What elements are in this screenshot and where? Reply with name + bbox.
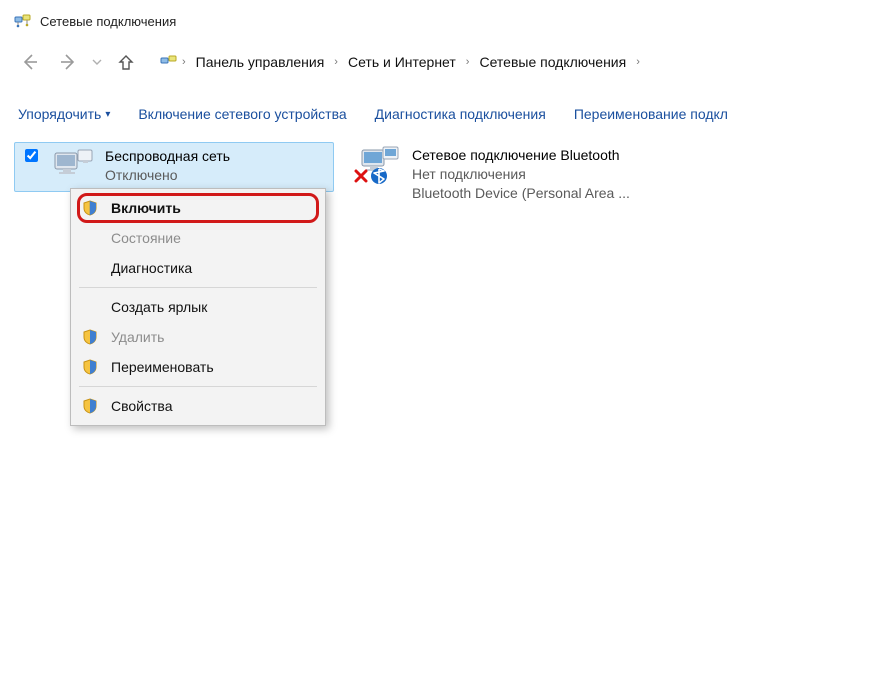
organize-menu[interactable]: Упорядочить ▾ xyxy=(18,106,110,122)
address-bar[interactable]: › Панель управления › Сеть и Интернет › … xyxy=(154,48,648,76)
adapter-text: Сетевое подключение Bluetooth Нет подклю… xyxy=(412,146,630,203)
history-dropdown[interactable] xyxy=(90,57,104,67)
enable-device-button[interactable]: Включение сетевого устройства xyxy=(138,106,346,122)
ctx-properties[interactable]: Свойства xyxy=(71,391,325,421)
shield-icon xyxy=(79,200,101,216)
ctx-diagnose[interactable]: Диагностика xyxy=(71,253,325,283)
ctx-rename-label: Переименовать xyxy=(111,359,214,375)
adapter-icon xyxy=(51,147,95,183)
chevron-right-icon: › xyxy=(180,56,188,68)
network-connections-window: Сетевые подключения › Панель управления … xyxy=(0,0,895,698)
chevron-right-icon: › xyxy=(332,56,340,68)
navigation-bar: › Панель управления › Сеть и Интернет › … xyxy=(0,38,895,94)
rename-label: Переименование подкл xyxy=(574,106,728,122)
breadcrumb-item-network-internet[interactable]: Сеть и Интернет xyxy=(342,52,462,72)
adapter-name: Сетевое подключение Bluetooth xyxy=(412,146,630,165)
window-title: Сетевые подключения xyxy=(40,14,176,29)
context-menu: Включить Состояние Диагностика Создать я… xyxy=(70,188,326,426)
shield-icon xyxy=(79,398,101,414)
chevron-right-icon: › xyxy=(634,56,642,68)
chevron-right-icon: › xyxy=(464,56,472,68)
bluetooth-status-icons xyxy=(354,167,388,188)
ctx-shortcut-label: Создать ярлык xyxy=(111,299,207,315)
ctx-enable[interactable]: Включить xyxy=(71,193,325,223)
ctx-rename[interactable]: Переименовать xyxy=(71,352,325,382)
ctx-diagnose-label: Диагностика xyxy=(111,260,192,276)
shield-icon xyxy=(79,329,101,345)
separator xyxy=(79,386,317,387)
diagnose-button[interactable]: Диагностика подключения xyxy=(375,106,546,122)
adapter-state: Отключено xyxy=(105,166,230,185)
adapter-device: Bluetooth Device (Personal Area ... xyxy=(412,184,630,203)
breadcrumb-item-network-connections[interactable]: Сетевые подключения xyxy=(473,52,632,72)
separator xyxy=(79,287,317,288)
up-button[interactable] xyxy=(110,46,142,78)
adapter-state: Нет подключения xyxy=(412,165,630,184)
ctx-create-shortcut[interactable]: Создать ярлык xyxy=(71,292,325,322)
adapter-text: Беспроводная сеть Отключено xyxy=(105,147,230,185)
forward-button[interactable] xyxy=(52,46,84,78)
control-panel-icon xyxy=(160,53,178,71)
adapter-checkbox[interactable] xyxy=(25,149,38,162)
command-bar: Упорядочить ▾ Включение сетевого устройс… xyxy=(0,94,895,134)
network-connections-icon xyxy=(14,12,32,30)
adapter-item-bluetooth[interactable]: Сетевое подключение Bluetooth Нет подклю… xyxy=(352,142,672,209)
chevron-down-icon: ▾ xyxy=(105,109,110,120)
ctx-delete: Удалить xyxy=(71,322,325,352)
organize-label: Упорядочить xyxy=(18,106,101,122)
adapter-name: Беспроводная сеть xyxy=(105,147,230,166)
ctx-properties-label: Свойства xyxy=(111,398,172,414)
ctx-status: Состояние xyxy=(71,223,325,253)
shield-icon xyxy=(79,359,101,375)
ctx-delete-label: Удалить xyxy=(111,329,164,345)
adapter-item-wireless[interactable]: Беспроводная сеть Отключено xyxy=(14,142,334,192)
ctx-enable-label: Включить xyxy=(111,200,181,216)
diagnose-label: Диагностика подключения xyxy=(375,106,546,122)
ctx-status-label: Состояние xyxy=(111,230,181,246)
breadcrumb-item-control-panel[interactable]: Панель управления xyxy=(190,52,331,72)
adapter-icon xyxy=(358,146,402,186)
rename-button[interactable]: Переименование подкл xyxy=(574,106,728,122)
back-button[interactable] xyxy=(14,46,46,78)
titlebar: Сетевые подключения xyxy=(0,0,895,38)
enable-device-label: Включение сетевого устройства xyxy=(138,106,346,122)
